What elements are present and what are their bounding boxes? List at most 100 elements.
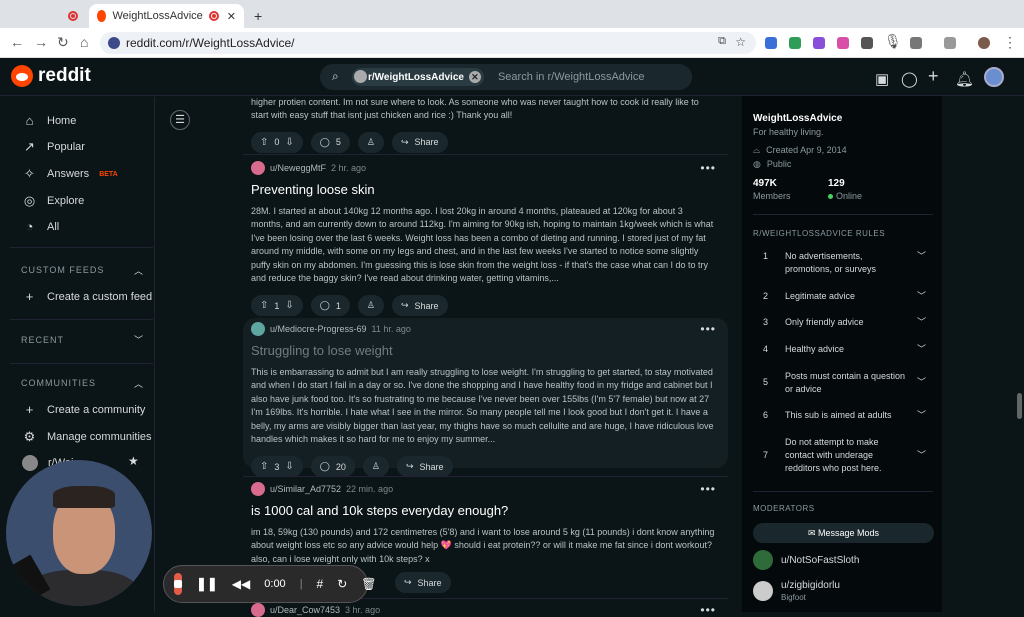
vote-control[interactable]: ⇧ 0 ⇩ <box>251 131 303 153</box>
downvote-icon[interactable]: ⇩ <box>285 137 293 148</box>
reddit-logo[interactable]: reddit <box>11 65 91 87</box>
sidebar-item-answers[interactable]: ✧ Answers BETA <box>22 166 118 182</box>
create-custom-feed-link[interactable]: + Create a custom feed <box>22 289 152 304</box>
post-card[interactable]: higher protien content. Im not sure wher… <box>243 96 728 153</box>
install-app-icon[interactable]: ⧉ <box>718 35 726 48</box>
chevron-down-icon[interactable]: ﹀ <box>134 333 143 346</box>
chat-icon[interactable]: ◯ <box>901 70 918 88</box>
chevron-down-icon[interactable]: ﹀ <box>917 290 926 303</box>
chevron-down-icon[interactable]: ﹀ <box>917 409 926 422</box>
recording-tab[interactable] <box>68 4 78 28</box>
bookmark-star-icon[interactable]: ☆ <box>735 35 746 49</box>
subreddit-search-chip[interactable]: r/WeightLossAdvice ✕ <box>352 68 484 86</box>
downvote-icon[interactable]: ⇩ <box>285 461 293 472</box>
menu-icon[interactable]: ⋮ <box>1003 34 1017 51</box>
microphone-icon[interactable]: 🎙 <box>884 33 902 50</box>
search-input[interactable]: Search in r/WeightLossAdvice <box>498 71 645 83</box>
chevron-down-icon[interactable]: ﹀ <box>917 316 926 329</box>
post-card[interactable]: u/NeweggMtF 2 hr. ago ••• Preventing loo… <box>243 161 728 317</box>
extension-icon[interactable] <box>813 37 825 49</box>
upvote-icon[interactable]: ⇧ <box>260 300 268 311</box>
user-avatar[interactable] <box>251 161 265 175</box>
pause-icon[interactable]: ❚❚ <box>196 576 218 592</box>
sidebar-item-explore[interactable]: ◎ Explore <box>22 193 84 209</box>
more-options-icon[interactable]: ••• <box>700 603 716 617</box>
more-options-icon[interactable]: ••• <box>700 161 716 175</box>
communities-heading[interactable]: COMMUNITIES <box>21 378 96 388</box>
vote-control[interactable]: ⇧ 3 ⇩ <box>251 456 303 478</box>
address-bar[interactable]: reddit.com/r/WeightLossAdvice/ ☆ ⧉ <box>100 32 756 54</box>
profile-avatar[interactable] <box>978 37 990 49</box>
moderator-item[interactable]: u/zigbigidorlu Bigfoot <box>753 580 840 602</box>
post-title[interactable]: Struggling to lose weight <box>251 343 728 358</box>
upvote-icon[interactable]: ⇧ <box>260 461 268 472</box>
create-community-link[interactable]: + Create a community <box>22 402 146 417</box>
award-button[interactable]: ♙ <box>357 131 384 153</box>
post-author[interactable]: u/Mediocre-Progress-69 <box>270 324 367 334</box>
search-bar[interactable]: ⌕ r/WeightLossAdvice ✕ Search in r/Weigh… <box>320 64 692 90</box>
post-author[interactable]: u/Dear_Cow7453 <box>270 605 340 615</box>
comments-button[interactable]: ◯ 5 <box>310 131 350 153</box>
side-panel-icon[interactable] <box>944 37 956 49</box>
sidebar-item-all[interactable]: ◔ All <box>22 219 60 234</box>
extension-icon[interactable] <box>765 37 777 49</box>
share-button[interactable]: ↪ Share <box>391 295 448 317</box>
favorite-star-icon[interactable]: ★ <box>128 454 139 468</box>
award-button[interactable]: ♙ <box>357 295 384 317</box>
browser-tab-active[interactable]: WeightLossAdvice ✕ <box>89 4 244 28</box>
chevron-up-icon[interactable]: ︿ <box>134 377 143 390</box>
sidebar-item-popular[interactable]: ↗ Popular <box>22 139 85 155</box>
manage-communities-link[interactable]: ⚙ Manage communities <box>22 429 152 445</box>
more-options-icon[interactable]: ••• <box>700 322 716 336</box>
upvote-icon[interactable]: ⇧ <box>260 137 268 148</box>
extensions-puzzle-icon[interactable] <box>910 37 922 49</box>
share-button[interactable]: ↪ Share <box>396 456 453 478</box>
site-info-icon[interactable] <box>108 37 120 49</box>
close-tab-icon[interactable]: ✕ <box>227 10 236 23</box>
extension-icon[interactable] <box>837 37 849 49</box>
chevron-down-icon[interactable]: ﹀ <box>917 343 926 356</box>
page-scrollbar[interactable] <box>1017 393 1022 419</box>
create-post-icon[interactable]: + <box>928 66 939 87</box>
moderator-item[interactable]: u/NotSoFastSloth <box>753 550 859 570</box>
share-button[interactable]: ↪ Share <box>395 572 451 594</box>
post-title[interactable]: is 1000 cal and 10k steps everyday enoug… <box>251 503 728 518</box>
share-button[interactable]: ↪ Share <box>391 131 448 153</box>
extension-icon[interactable] <box>861 37 873 49</box>
chevron-down-icon[interactable]: ﹀ <box>917 449 926 462</box>
chevron-down-icon[interactable]: ﹀ <box>917 250 926 263</box>
restart-icon[interactable]: ↻ <box>337 577 347 591</box>
more-options-icon[interactable]: ••• <box>700 482 716 496</box>
post-author[interactable]: u/Similar_Ad7752 <box>270 484 341 494</box>
delete-icon[interactable]: 🗑︎ <box>361 577 376 591</box>
home-icon[interactable]: ⌂ <box>80 34 88 50</box>
chevron-up-icon[interactable]: ︿ <box>134 264 143 277</box>
vote-control[interactable]: ⇧ 1 ⇩ <box>251 295 303 317</box>
sidebar-item-home[interactable]: ⌂ Home <box>22 113 77 128</box>
stop-recording-button[interactable] <box>174 573 182 595</box>
extension-icon[interactable] <box>789 37 801 49</box>
post-author[interactable]: u/NeweggMtF <box>270 163 326 173</box>
notifications-bell-icon[interactable]: 🔔︎ <box>955 70 974 88</box>
user-avatar[interactable] <box>251 482 265 496</box>
advertise-icon[interactable]: ▣ <box>875 70 889 88</box>
downvote-icon[interactable]: ⇩ <box>285 300 293 311</box>
forward-icon[interactable]: → <box>34 34 48 50</box>
comments-button[interactable]: ◯ 20 <box>310 456 355 478</box>
new-tab-button[interactable]: + <box>254 4 262 28</box>
clear-chip-icon[interactable]: ✕ <box>468 71 481 83</box>
post-title[interactable]: Preventing loose skin <box>251 182 728 197</box>
user-avatar[interactable] <box>984 67 1004 87</box>
recent-heading[interactable]: RECENT <box>21 335 64 345</box>
custom-feeds-heading[interactable]: CUSTOM FEEDS <box>21 265 104 275</box>
post-card[interactable]: u/Dear_Cow7453 3 hr. ago ••• <box>243 603 728 617</box>
message-mods-button[interactable]: ✉ Message Mods <box>753 523 934 543</box>
collapse-sidebar-button[interactable]: ☰ <box>170 110 190 130</box>
user-avatar[interactable] <box>251 322 265 336</box>
post-card[interactable]: u/Mediocre-Progress-69 11 hr. ago ••• St… <box>243 318 728 478</box>
grid-icon[interactable]: # <box>317 577 324 591</box>
rewind-icon[interactable]: ◀◀ <box>232 577 250 591</box>
chevron-down-icon[interactable]: ﹀ <box>917 376 926 389</box>
back-icon[interactable]: ← <box>10 34 24 50</box>
reload-icon[interactable]: ↻ <box>57 34 69 51</box>
